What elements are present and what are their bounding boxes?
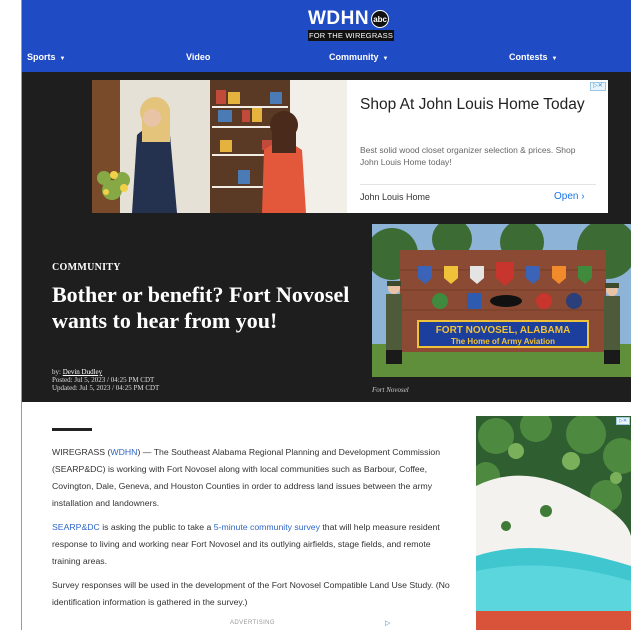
article-rule: [52, 428, 92, 431]
article-headline: Bother or benefit? Fort Novosel wants to…: [52, 282, 350, 333]
ad-advertiser: John Louis Home: [360, 192, 431, 202]
article-category[interactable]: COMMUNITY: [52, 262, 121, 273]
ad-description: Best solid wood closet organizer selecti…: [360, 145, 576, 167]
abc-logo-icon: abc: [371, 10, 390, 28]
fort-novosel-sign-graphic: FORT NOVOSEL, ALABAMA The Home of Army A…: [372, 224, 631, 377]
by-prefix: by:: [52, 368, 61, 376]
nav-label: Sports: [27, 52, 56, 62]
article-paragraph-2: SEARP&DC is asking the public to take a …: [52, 519, 452, 570]
paragraph-text: is asking the public to take a: [99, 522, 214, 532]
resort-pool-graphic: [476, 416, 631, 630]
logo-tagline: FOR THE WIREGRASS: [308, 30, 394, 41]
site-header: WDHN abc FOR THE WIREGRASS Sports ▼ Video…: [22, 0, 631, 72]
ad-title[interactable]: Shop At John Louis Home Today: [360, 94, 595, 115]
author-link[interactable]: Devin Dudley: [63, 368, 102, 376]
ad-open-button[interactable]: Open ›: [554, 191, 585, 202]
ad-choices-icon[interactable]: ▷✕: [616, 417, 630, 425]
sign-line-2: The Home of Army Aviation: [451, 337, 555, 346]
photo-caption: Fort Novosel: [372, 386, 409, 394]
ad-divider: [360, 184, 596, 185]
caret-down-icon: ▼: [382, 56, 389, 62]
ad-open-label: Open: [554, 191, 579, 202]
chevron-right-icon: ›: [581, 191, 585, 202]
nav-label: Video: [186, 52, 211, 62]
article-byline: by: Devin Dudley Posted: Jul 5, 2023 / 0…: [52, 368, 159, 392]
ad-image[interactable]: [92, 80, 347, 213]
survey-link[interactable]: 5-minute community survey: [214, 522, 320, 532]
nav-contests[interactable]: Contests ▼: [509, 52, 557, 62]
nav-sports[interactable]: Sports ▼: [27, 52, 65, 62]
advertising-label: ADVERTISING: [230, 620, 275, 626]
top-ad-banner[interactable]: ▷✕ Shop At John Louis Home Today Best so…: [92, 80, 608, 213]
page: WDHN abc FOR THE WIREGRASS Sports ▼ Video…: [22, 0, 631, 630]
pantry-photo-graphic: [92, 80, 347, 213]
nav-label: Contests: [509, 52, 548, 62]
posted-date: Posted: Jul 5, 2023 / 04:25 PM CDT: [52, 376, 155, 384]
ad-choices-icon[interactable]: ▷: [385, 619, 390, 627]
article-hero: ▷✕ Shop At John Louis Home Today Best so…: [22, 72, 631, 402]
nav-community[interactable]: Community ▼: [329, 52, 388, 62]
updated-date: Updated: Jul 5, 2023 / 04:25 PM CDT: [52, 384, 160, 392]
searpdc-link[interactable]: SEARP&DC: [52, 522, 100, 532]
sidebar-ad[interactable]: ▷✕: [476, 416, 631, 630]
article-paragraph-1: WIREGRASS (WDHN) — The Southeast Alabama…: [52, 444, 452, 512]
caret-down-icon: ▼: [59, 56, 66, 62]
wdhn-link[interactable]: WDHN: [110, 447, 137, 457]
dateline: WIREGRASS (: [52, 447, 111, 457]
logo-text: WDHN: [308, 8, 370, 29]
article-photo[interactable]: FORT NOVOSEL, ALABAMA The Home of Army A…: [372, 224, 631, 377]
sign-line-1: FORT NOVOSEL, ALABAMA: [436, 325, 571, 336]
site-logo[interactable]: WDHN abc FOR THE WIREGRASS: [308, 9, 394, 41]
article-paragraph-3: Survey responses will be used in the dev…: [52, 580, 450, 607]
caret-down-icon: ▼: [551, 56, 558, 62]
nav-video[interactable]: Video: [186, 52, 210, 62]
ad-choices-icon[interactable]: ▷✕: [590, 82, 606, 91]
nav-label: Community: [329, 52, 379, 62]
